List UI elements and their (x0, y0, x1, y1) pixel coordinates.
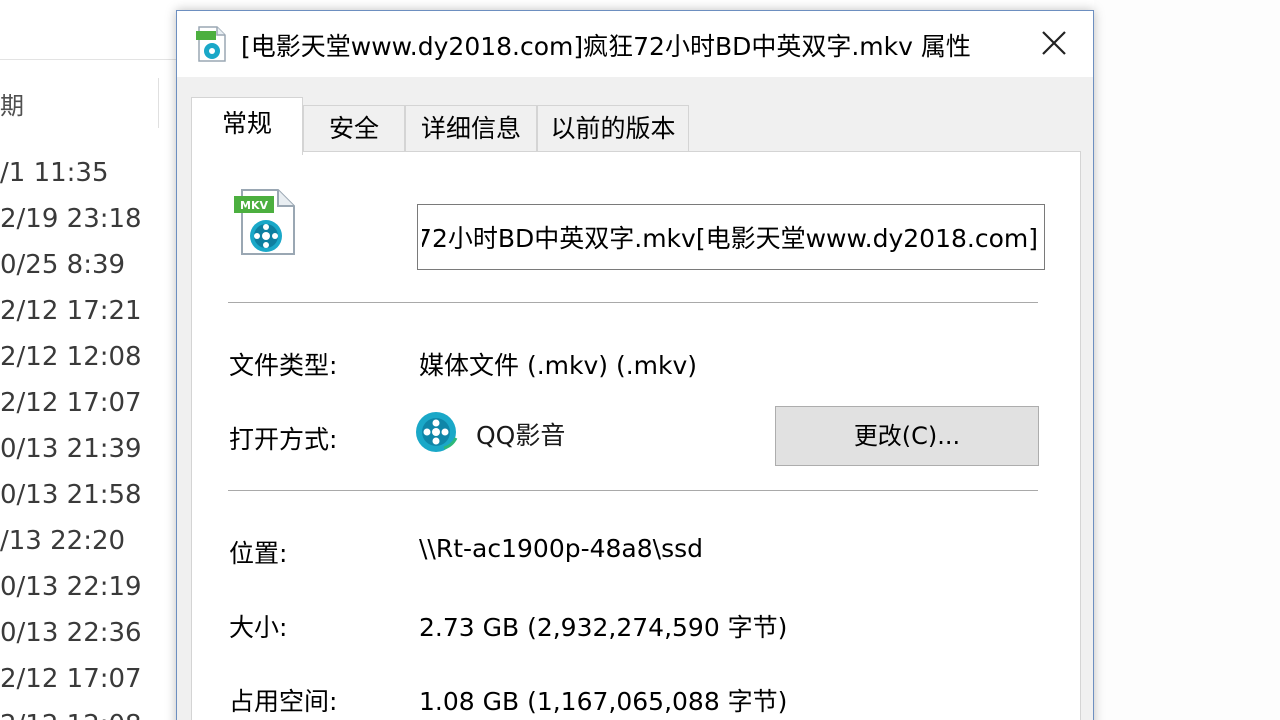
properties-dialog: [电影天堂www.dy2018.com]疯狂72小时BD中英双字.mkv 属性 … (176, 10, 1094, 720)
date-modified-cell[interactable]: /1 11:35 (0, 150, 109, 196)
divider (228, 490, 1038, 492)
file-type-label: 文件类型: (229, 351, 338, 380)
size-value: 2.73 GB (2,932,274,590 字节) (419, 613, 788, 642)
date-column-header[interactable]: 期 (0, 86, 24, 121)
location-value: \\Rt-ac1900p-48a8\ssd (419, 534, 703, 563)
tab-previous-versions[interactable]: 以前的版本 (537, 105, 689, 155)
date-modified-cell[interactable]: /13 22:20 (0, 518, 125, 564)
date-modified-cell[interactable]: 0/13 21:39 (0, 426, 142, 472)
date-modified-cell[interactable]: 2/19 23:18 (0, 196, 142, 242)
size-on-disk-label: 占用空间: (229, 687, 338, 716)
date-modified-cell[interactable]: 2/12 17:07 (0, 380, 142, 426)
location-label: 位置: (229, 539, 288, 568)
date-modified-cell[interactable]: 0/25 8:39 (0, 242, 125, 288)
open-with-app-name: QQ影音 (476, 421, 566, 450)
file-name-field[interactable] (417, 204, 1045, 270)
file-name-input[interactable] (418, 205, 1044, 269)
date-modified-cell[interactable]: 2/12 17:21 (0, 288, 142, 334)
date-modified-cell[interactable]: 0/13 21:58 (0, 472, 142, 518)
general-tab-panel: MKV 文件类型: 媒体文件 (.mkv) (.mkv) 打开方式: (191, 151, 1081, 720)
tab-general[interactable]: 常规 (191, 97, 303, 155)
change-app-button[interactable]: 更改(C)... (775, 406, 1039, 466)
explorer-right-area (1094, 0, 1280, 720)
file-type-value: 媒体文件 (.mkv) (.mkv) (419, 351, 698, 380)
column-divider[interactable] (158, 78, 159, 128)
divider (228, 302, 1038, 304)
open-with-label: 打开方式: (229, 425, 338, 454)
date-modified-cell[interactable]: 2/12 12:08 (0, 334, 142, 380)
date-modified-cell[interactable]: 0/13 22:36 (0, 610, 142, 656)
tab-details[interactable]: 详细信息 (405, 105, 537, 155)
mkv-badge-text: MKV (240, 199, 268, 212)
close-button[interactable] (1029, 21, 1079, 65)
date-modified-cell[interactable]: 2/12 17:07 (0, 656, 142, 702)
date-modified-cell[interactable]: 2/12 12:08 (0, 702, 142, 720)
size-label: 大小: (229, 613, 288, 642)
dialog-titlebar[interactable]: [电影天堂www.dy2018.com]疯狂72小时BD中英双字.mkv 属性 (177, 11, 1093, 77)
close-icon (1042, 31, 1066, 55)
dialog-title: [电影天堂www.dy2018.com]疯狂72小时BD中英双字.mkv 属性 (241, 32, 971, 61)
mkv-file-icon (196, 26, 226, 62)
size-on-disk-value: 1.08 GB (1,167,065,088 字节) (419, 687, 788, 716)
date-modified-cell[interactable]: 0/13 22:19 (0, 564, 142, 610)
tab-security[interactable]: 安全 (303, 105, 405, 155)
mkv-file-large-icon: MKV (234, 189, 295, 255)
qq-player-icon (416, 412, 458, 452)
